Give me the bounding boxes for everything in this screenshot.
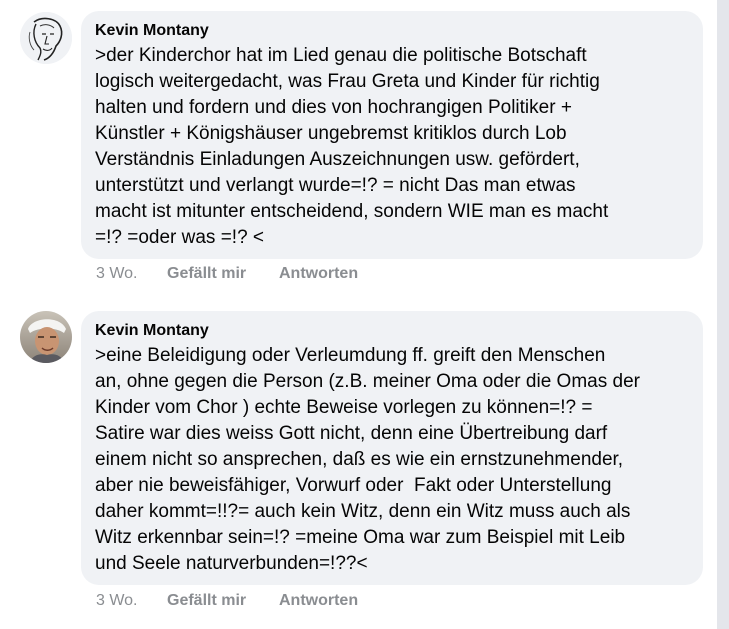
comment-author[interactable]: Kevin Montany <box>95 321 689 341</box>
comment-timestamp[interactable]: 3 Wo. <box>96 265 167 283</box>
avatar[interactable] <box>20 311 72 363</box>
like-button[interactable]: Gefällt mir <box>167 592 279 610</box>
comment-text: >der Kinderchor hat im Lied genau die po… <box>95 45 609 248</box>
like-button[interactable]: Gefällt mir <box>167 265 279 283</box>
comment-bubble: Kevin Montany >eine Beleidigung oder Ver… <box>81 311 703 585</box>
photo-avatar-icon <box>20 311 72 363</box>
comment-text: >eine Beleidigung oder Verleumdung ff. g… <box>95 345 640 574</box>
comment-actions: 3 Wo. Gefällt mir Antworten <box>96 592 358 610</box>
comment-author[interactable]: Kevin Montany <box>95 21 689 41</box>
reply-button[interactable]: Antworten <box>279 592 358 610</box>
comment-timestamp[interactable]: 3 Wo. <box>96 592 167 610</box>
comment-bubble: Kevin Montany >der Kinderchor hat im Lie… <box>81 11 703 259</box>
reply-button[interactable]: Antworten <box>279 265 358 283</box>
avatar[interactable] <box>20 12 72 64</box>
scrollbar-track[interactable] <box>717 0 729 629</box>
sketch-face-avatar-icon <box>20 12 72 64</box>
comment-actions: 3 Wo. Gefällt mir Antworten <box>96 265 358 283</box>
